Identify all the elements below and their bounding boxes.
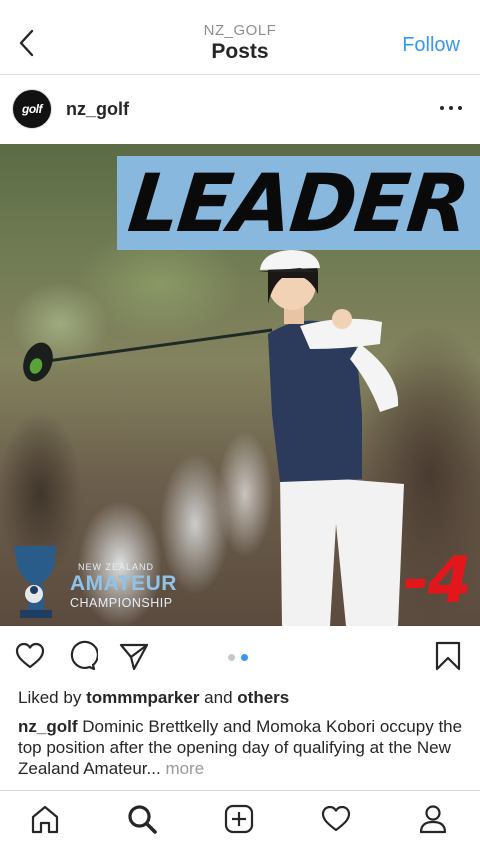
score-text: -4 [402, 544, 472, 618]
bookmark-icon[interactable] [432, 640, 464, 672]
caption-more-link[interactable]: more [165, 759, 204, 778]
home-icon[interactable] [29, 803, 61, 835]
logo-amateur-text: AMATEUR [70, 572, 177, 595]
likes-prefix: Liked by [18, 688, 82, 707]
championship-trophy-icon [14, 546, 56, 618]
post-actions [0, 626, 480, 686]
post-image[interactable]: LEADER NEW ZEALAND AMATEUR CHAMPIONSHIP … [0, 144, 480, 626]
caption-username[interactable]: nz_golf [18, 717, 78, 736]
logo-country-text: NEW ZEALAND [78, 562, 155, 572]
avatar[interactable]: golf [12, 89, 52, 129]
likes-joiner: and [204, 688, 233, 707]
send-icon[interactable] [118, 640, 150, 672]
more-horizontal-icon[interactable] [440, 106, 462, 114]
heart-icon[interactable] [14, 640, 46, 672]
logo-championship-text: CHAMPIONSHIP [70, 596, 173, 610]
liked-by-user[interactable]: tommmparker [86, 688, 199, 707]
post-username[interactable]: nz_golf [66, 99, 129, 120]
avatar-logo-text: golf [22, 102, 43, 116]
leader-banner-text: LEADER [124, 156, 473, 250]
likes-others[interactable]: others [237, 688, 289, 707]
leader-banner: LEADER [117, 156, 480, 250]
comment-icon[interactable] [66, 640, 99, 672]
add-post-icon[interactable] [223, 803, 255, 835]
carousel-dot-active [241, 654, 248, 661]
bottom-nav [0, 790, 480, 845]
post-header: golf nz_golf [0, 76, 480, 144]
likes-summary: Liked by tommmparker and others [18, 688, 289, 708]
post-caption: nz_golf Dominic Brettkelly and Momoka Ko… [18, 716, 468, 779]
top-header: NZ_GOLF Posts Follow [0, 0, 480, 75]
search-icon[interactable] [126, 803, 158, 835]
carousel-indicator [228, 654, 248, 661]
activity-heart-icon[interactable] [320, 803, 352, 835]
profile-icon[interactable] [417, 803, 449, 835]
carousel-dot [228, 654, 235, 661]
caption-text: Dominic Brettkelly and Momoka Kobori occ… [18, 717, 463, 778]
follow-button[interactable]: Follow [402, 34, 460, 57]
